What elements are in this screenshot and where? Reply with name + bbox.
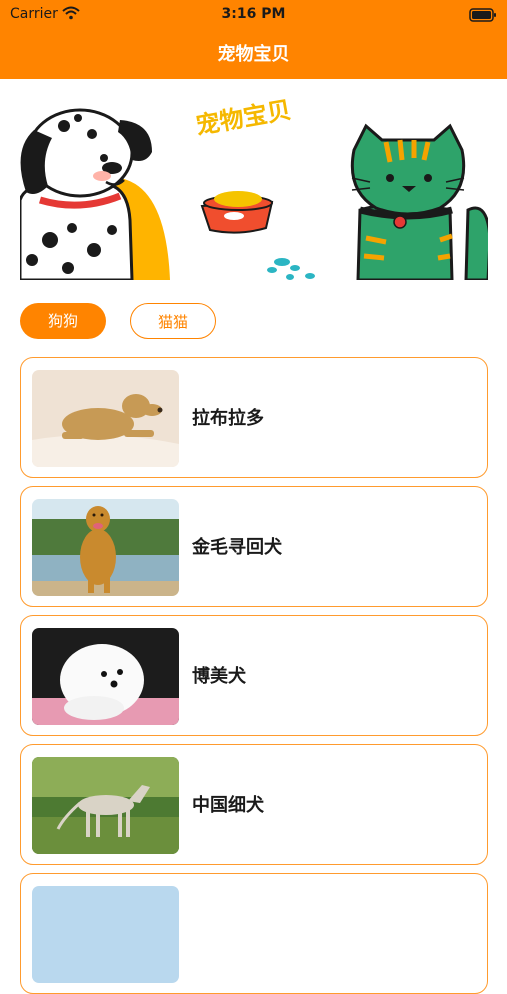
pet-thumbnail bbox=[32, 628, 179, 725]
page-title: 宠物宝贝 bbox=[217, 44, 290, 65]
pet-name: 拉布拉多 bbox=[192, 408, 264, 429]
nav-bar: 宠物宝贝 bbox=[0, 30, 507, 79]
banner: 宠物宝贝 bbox=[20, 90, 488, 280]
water-drops bbox=[267, 258, 315, 280]
food-bowl bbox=[200, 191, 274, 234]
pet-card-golden-retriever[interactable]: 金毛寻回犬 bbox=[20, 486, 488, 607]
pet-thumbnail bbox=[32, 757, 179, 854]
status-bar: Carrier 3:16 PM bbox=[0, 0, 507, 30]
pet-name: 中国细犬 bbox=[192, 795, 264, 816]
tab-cats[interactable]: 猫猫 bbox=[130, 303, 216, 339]
tab-dogs[interactable]: 狗狗 bbox=[20, 303, 106, 339]
pet-name: 博美犬 bbox=[192, 666, 246, 687]
status-time: 3:16 PM bbox=[221, 6, 286, 22]
pet-card-chinese-greyhound[interactable]: 中国细犬 bbox=[20, 744, 488, 865]
pet-thumbnail bbox=[32, 886, 179, 983]
pet-card-pomeranian[interactable]: 博美犬 bbox=[20, 615, 488, 736]
pet-thumbnail bbox=[32, 370, 179, 467]
pet-name: 金毛寻回犬 bbox=[192, 537, 282, 558]
pet-card-partial[interactable] bbox=[20, 873, 488, 994]
battery-icon bbox=[469, 8, 497, 26]
pet-thumbnail bbox=[32, 499, 179, 596]
pet-card-labrador[interactable]: 拉布拉多 bbox=[20, 357, 488, 478]
green-cat bbox=[350, 123, 488, 280]
